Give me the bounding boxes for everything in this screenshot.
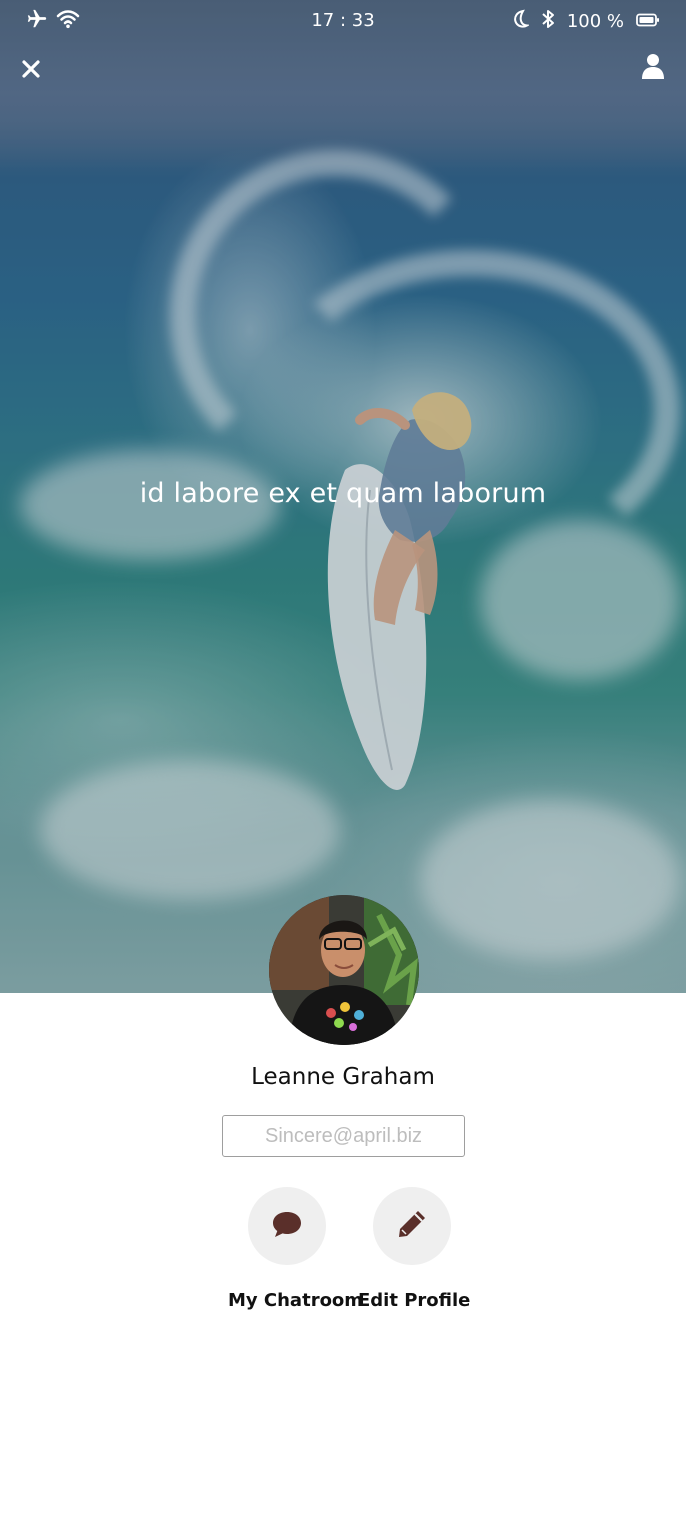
battery-percent: 100 % bbox=[566, 11, 624, 32]
moon-icon bbox=[511, 9, 531, 34]
edit-profile-button[interactable] bbox=[373, 1187, 451, 1265]
pencil-icon bbox=[396, 1208, 428, 1245]
chat-bubble-icon bbox=[271, 1210, 303, 1243]
my-chatroom-label[interactable]: My Chatroom bbox=[228, 1290, 363, 1311]
email-field[interactable]: Sincere@april.biz bbox=[222, 1115, 465, 1157]
user-name: Leanne Graham bbox=[251, 1064, 435, 1090]
close-button[interactable] bbox=[16, 56, 46, 86]
user-icon bbox=[641, 53, 665, 84]
close-icon bbox=[21, 59, 41, 84]
my-chatroom-button[interactable] bbox=[248, 1187, 326, 1265]
battery-icon bbox=[636, 11, 660, 32]
status-bar: 17 : 33 100 % bbox=[0, 0, 686, 40]
profile-button[interactable] bbox=[638, 52, 668, 84]
edit-profile-label[interactable]: Edit Profile bbox=[358, 1290, 470, 1311]
cover-title: id labore ex et quam laborum bbox=[139, 478, 547, 509]
profile-screen: id labore ex et quam laborum 17 : 33 100… bbox=[0, 0, 686, 1526]
bluetooth-icon bbox=[541, 8, 555, 35]
avatar bbox=[269, 895, 419, 1045]
